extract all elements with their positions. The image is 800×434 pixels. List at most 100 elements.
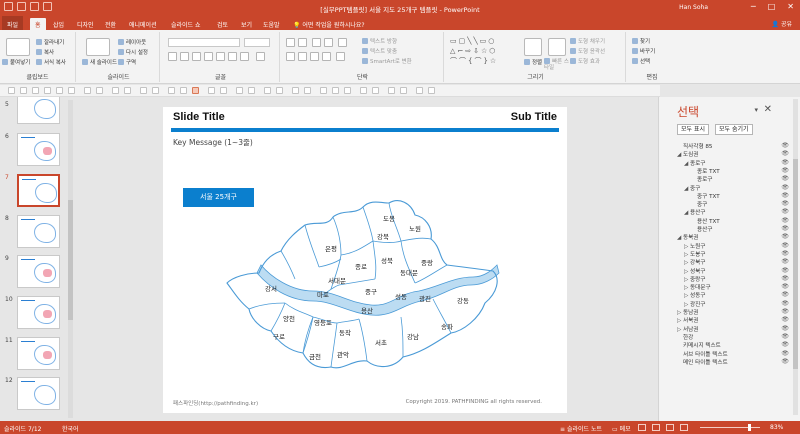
shapes-gallery[interactable]: ▭▢╲╲▭○ △⌐⇨⇩☆⬡ ⌒⌒{⌒}☆ — [450, 36, 520, 66]
paste-icon[interactable] — [6, 38, 30, 56]
line-spacing-icon[interactable] — [338, 38, 347, 47]
slide-title[interactable]: Slide Title — [173, 111, 225, 123]
slide-thumbnail[interactable] — [17, 296, 60, 329]
quick-styles-icon[interactable] — [548, 38, 566, 56]
visibility-eye-icon[interactable]: 👁 — [781, 250, 789, 257]
close-window-button[interactable]: ✕ — [787, 2, 794, 12]
slide-thumbnail[interactable] — [17, 337, 60, 370]
slide-thumbnail[interactable] — [17, 255, 60, 288]
font-name-combo[interactable] — [168, 38, 240, 47]
slide-subtitle[interactable]: Sub Title — [511, 111, 557, 123]
shape-outline-button[interactable]: 도형 윤곽선 — [570, 47, 605, 55]
selection-item[interactable]: 메인 타이틀 텍스트 👁 — [677, 358, 789, 367]
selection-pane-icon[interactable] — [192, 87, 199, 94]
visibility-eye-icon[interactable]: 👁 — [781, 358, 789, 365]
align-text-button[interactable]: 텍스트 맞춤 — [362, 47, 397, 55]
shape-fill-button[interactable]: 도형 채우기 — [570, 37, 605, 45]
decrease-indent-icon[interactable] — [312, 38, 321, 47]
visibility-eye-icon[interactable]: 👁 — [781, 258, 789, 265]
quick-styles-button[interactable]: 빠른 스타일 — [544, 58, 570, 71]
align-top-tool-icon[interactable] — [44, 87, 51, 94]
tab-design[interactable]: 디자인 — [72, 18, 99, 30]
replace-button[interactable]: 바꾸기 — [632, 47, 655, 55]
picture-icon[interactable] — [304, 87, 311, 94]
visibility-eye-icon[interactable]: 👁 — [781, 192, 789, 199]
brush-icon[interactable] — [332, 87, 339, 94]
text-direction-button[interactable]: 텍스트 방향 — [362, 37, 397, 45]
bullets-icon[interactable] — [286, 38, 295, 47]
new-slide-button[interactable]: 새 슬라이드 — [82, 58, 117, 66]
italic-icon[interactable] — [180, 52, 189, 61]
slideshow-view-icon[interactable] — [680, 424, 688, 431]
scrollbar-thumb[interactable] — [793, 159, 798, 369]
font-color-icon[interactable] — [256, 52, 265, 61]
grid-icon[interactable] — [388, 87, 395, 94]
shadow-icon[interactable] — [204, 52, 213, 61]
share-button[interactable]: 👤 공유 — [772, 19, 792, 28]
pen-icon[interactable] — [344, 87, 351, 94]
key-message[interactable]: Key Message (1~3줄) — [173, 137, 253, 148]
tab-review[interactable]: 검토 — [212, 18, 233, 30]
distribute-h-icon[interactable] — [84, 87, 91, 94]
arrange-button[interactable]: 정렬 — [524, 58, 542, 66]
new-slide-icon[interactable] — [86, 38, 110, 56]
visibility-eye-icon[interactable]: 👁 — [781, 333, 789, 340]
slide[interactable]: 도봉 노원 강북 은평 성북 종로 중랑 동대문 서대문 중구 강서 마포 성동… — [163, 107, 567, 413]
send-backward-icon[interactable] — [152, 87, 159, 94]
line-color-icon[interactable] — [276, 87, 283, 94]
visibility-eye-icon[interactable]: 👁 — [781, 341, 789, 348]
guide-icon[interactable] — [400, 87, 407, 94]
visibility-eye-icon[interactable]: 👁 — [781, 217, 789, 224]
visibility-eye-icon[interactable]: 👁 — [781, 167, 789, 174]
select-button[interactable]: 선택 — [632, 57, 650, 65]
scrollbar-thumb[interactable] — [68, 200, 73, 320]
normal-view-icon[interactable] — [638, 424, 646, 431]
visibility-eye-icon[interactable]: 👁 — [781, 225, 789, 232]
reset-button[interactable]: 다시 설정 — [118, 48, 148, 56]
visibility-eye-icon[interactable]: 👁 — [781, 267, 789, 274]
strikethrough-icon[interactable] — [216, 52, 225, 61]
user-name[interactable]: Han Soha — [679, 4, 708, 11]
merge-shapes-icon[interactable] — [372, 87, 379, 94]
flip-icon[interactable] — [180, 87, 187, 94]
maximize-button[interactable]: □ — [768, 2, 776, 12]
change-case-icon[interactable] — [240, 52, 249, 61]
visibility-eye-icon[interactable]: 👁 — [781, 200, 789, 207]
char-spacing-icon[interactable] — [228, 52, 237, 61]
align-left-icon[interactable] — [286, 52, 295, 61]
bold-icon[interactable] — [168, 52, 177, 61]
visibility-eye-icon[interactable]: 👁 — [781, 325, 789, 332]
visibility-eye-icon[interactable]: 👁 — [781, 275, 789, 282]
copy-button[interactable]: 복사 — [36, 48, 54, 56]
increase-indent-icon[interactable] — [324, 38, 333, 47]
visibility-eye-icon[interactable]: 👁 — [781, 283, 789, 290]
layout-button[interactable]: 레이아웃 — [118, 38, 146, 46]
visibility-eye-icon[interactable]: 👁 — [781, 300, 789, 307]
visibility-eye-icon[interactable]: 👁 — [781, 208, 789, 215]
rotate-icon[interactable] — [168, 87, 175, 94]
slide-thumbnail[interactable] — [17, 133, 60, 166]
visibility-eye-icon[interactable]: 👁 — [781, 142, 789, 149]
comments-button[interactable]: ▭ 메모 — [612, 424, 631, 433]
slide-thumbnail[interactable] — [17, 97, 60, 124]
eyedropper-icon[interactable] — [320, 87, 327, 94]
fill-color-icon[interactable] — [264, 87, 271, 94]
section-button[interactable]: 구역 — [118, 58, 136, 66]
visibility-eye-icon[interactable]: 👁 — [781, 308, 789, 315]
notes-button[interactable]: ≡ 슬라이드 노트 — [560, 424, 602, 433]
thumbnails-scrollbar[interactable] — [68, 100, 73, 418]
align-center-tool-icon[interactable] — [20, 87, 27, 94]
tab-insert[interactable]: 삽입 — [48, 18, 69, 30]
format-painter-button[interactable]: 서식 복사 — [36, 58, 66, 66]
columns-icon[interactable] — [336, 52, 345, 61]
visibility-eye-icon[interactable]: 👁 — [781, 350, 789, 357]
align-right-icon[interactable] — [310, 52, 319, 61]
tab-help[interactable]: 도움말 — [258, 18, 285, 30]
selection-pane-scrollbar[interactable] — [793, 99, 798, 415]
underline-icon[interactable] — [192, 52, 201, 61]
smartart-button[interactable]: SmartArt로 변환 — [362, 57, 412, 65]
slide-thumbnail[interactable] — [17, 215, 60, 248]
align-center-icon[interactable] — [298, 52, 307, 61]
zoom-slider[interactable] — [700, 424, 760, 431]
reading-view-icon[interactable] — [666, 424, 674, 431]
